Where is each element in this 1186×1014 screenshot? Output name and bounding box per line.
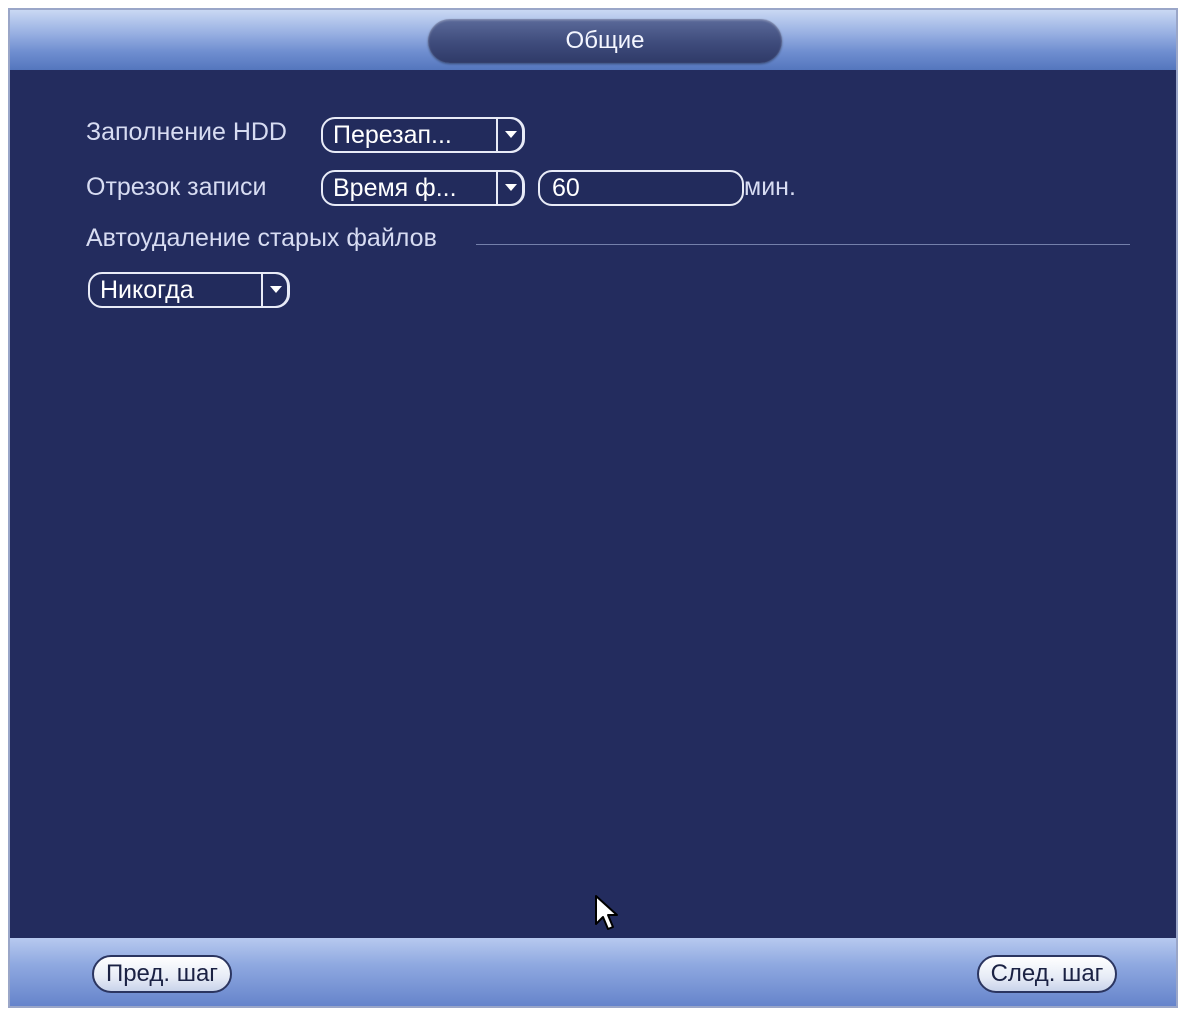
- auto-delete-section-label: Автоудаление старых файлов: [86, 224, 437, 252]
- next-step-button[interactable]: След. шаг: [977, 955, 1117, 993]
- record-segment-label: Отрезок записи: [86, 173, 267, 201]
- settings-window: Общие Заполнение HDD Перезап... Отрезок …: [8, 8, 1178, 1008]
- hdd-full-value: Перезап...: [333, 121, 452, 149]
- record-length-input[interactable]: 60: [538, 170, 744, 206]
- hdd-full-label: Заполнение HDD: [86, 118, 287, 146]
- record-segment-select[interactable]: Время ф...: [321, 170, 525, 206]
- section-divider: [476, 244, 1130, 245]
- mouse-pointer-icon: [595, 895, 618, 930]
- hdd-full-select[interactable]: Перезап...: [321, 117, 525, 153]
- prev-step-button[interactable]: Пред. шаг: [92, 955, 232, 993]
- footer-bar: Пред. шаг След. шаг: [10, 938, 1176, 1006]
- chevron-down-icon[interactable]: [261, 272, 289, 308]
- auto-delete-select[interactable]: Никогда: [88, 272, 290, 308]
- title-bar: Общие: [10, 10, 1176, 70]
- auto-delete-value: Никогда: [100, 276, 194, 304]
- window-title: Общие: [428, 19, 782, 63]
- record-length-unit: мин.: [744, 173, 796, 201]
- record-segment-mode: Время ф...: [333, 174, 457, 202]
- chevron-down-icon[interactable]: [496, 170, 524, 206]
- chevron-down-icon[interactable]: [496, 117, 524, 153]
